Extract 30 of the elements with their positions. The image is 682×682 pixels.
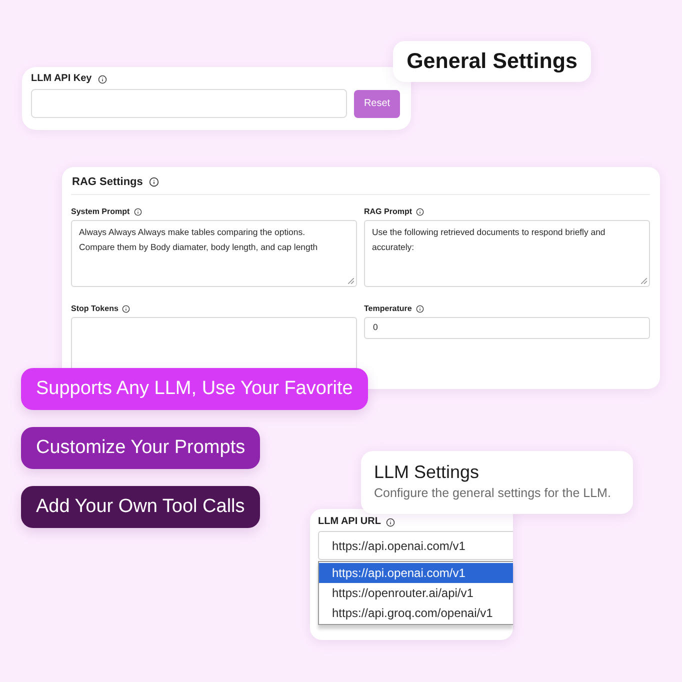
input-field[interactable] bbox=[31, 89, 347, 118]
info-icon[interactable] bbox=[98, 74, 107, 84]
feature-tag: Customize Your Prompts bbox=[21, 427, 260, 469]
dropdown-option[interactable]: https://api.openai.com/v1 bbox=[319, 563, 513, 583]
text-area[interactable]: Use the following retrieved documents to respond briefly and accurately: bbox=[364, 220, 650, 287]
field-label: Stop Tokens bbox=[71, 304, 118, 314]
card-title: RAG Settings bbox=[72, 175, 143, 189]
section-title: General Settings bbox=[393, 41, 591, 82]
info-icon[interactable] bbox=[134, 208, 142, 216]
resize-handle-icon[interactable] bbox=[641, 278, 647, 284]
field-label: Temperature bbox=[364, 304, 412, 314]
field-label: System Prompt bbox=[71, 207, 130, 217]
field-label: RAG Prompt bbox=[364, 207, 412, 217]
info-icon[interactable] bbox=[148, 177, 159, 187]
resize-handle-icon[interactable] bbox=[348, 278, 354, 284]
card-title: LLM Settings bbox=[374, 462, 480, 482]
dropdown-option[interactable]: https://api.groq.com/openai/v1 bbox=[319, 603, 513, 623]
card-description: Configure the general settings for the LLM. bbox=[374, 486, 612, 501]
feature-tag: Supports Any LLM, Use Your Favorite bbox=[21, 368, 368, 410]
info-icon[interactable] bbox=[386, 518, 395, 526]
info-icon[interactable] bbox=[416, 305, 424, 313]
info-icon[interactable] bbox=[416, 208, 424, 216]
field-label: LLM API Key bbox=[31, 74, 92, 84]
feature-tag: Add Your Own Tool Calls bbox=[21, 486, 260, 528]
dropdown-option[interactable]: https://openrouter.ai/api/v1 bbox=[319, 583, 513, 603]
text-area[interactable]: Always Always Always make tables comparing the options. Compare them by Body diamater, body length, and cap length bbox=[71, 220, 357, 287]
info-icon[interactable] bbox=[122, 305, 130, 313]
input-field[interactable]: 0 bbox=[364, 317, 650, 339]
field-label: LLM API URL bbox=[318, 517, 381, 527]
url-select[interactable]: https://api.openai.com/v1 bbox=[318, 531, 513, 560]
